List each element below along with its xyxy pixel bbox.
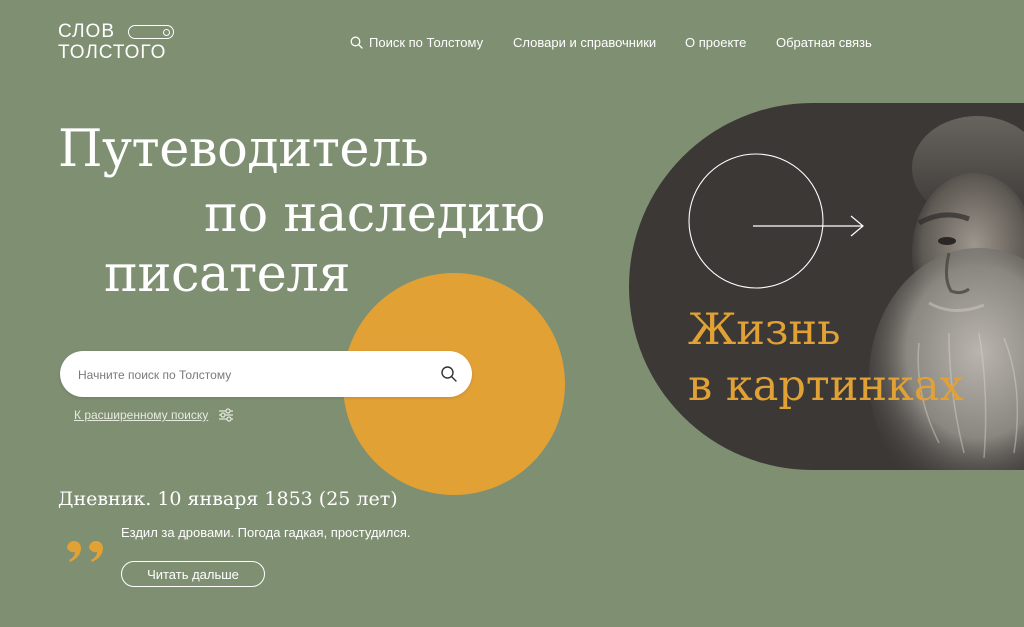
hero-title-line-1: Путеводитель xyxy=(58,120,429,179)
life-in-pictures-banner[interactable]: Жизнь в картинках xyxy=(629,103,1024,470)
nav-search-link[interactable]: Поиск по Толстому xyxy=(350,35,483,50)
logo-search-pill-icon xyxy=(128,25,174,39)
filter-sliders-icon xyxy=(219,408,234,422)
hero-title-line-2: по наследию xyxy=(204,185,545,244)
search-submit-icon[interactable] xyxy=(440,365,458,383)
promo-title-line-1: Жизнь xyxy=(688,305,841,355)
nav-item-feedback[interactable]: Обратная связь xyxy=(776,35,872,50)
arrow-right-icon xyxy=(688,153,864,289)
search-box xyxy=(60,351,472,399)
site-logo[interactable]: СЛОВ ТОЛСТОГО xyxy=(58,22,188,64)
advanced-search-link[interactable]: К расширенному поиску xyxy=(74,408,234,422)
nav-item-about[interactable]: О проекте xyxy=(685,35,746,50)
read-more-button[interactable]: Читать дальше xyxy=(121,561,265,587)
logo-line-1: СЛОВ xyxy=(58,21,116,42)
diary-quote-text: Ездил за дровами. Погода гадкая, простуд… xyxy=(121,525,411,540)
search-icon xyxy=(350,36,363,49)
nav-item-dictionaries[interactable]: Словари и справочники xyxy=(513,35,656,50)
search-input[interactable] xyxy=(76,351,440,399)
nav-search-label: Поиск по Толстому xyxy=(369,35,484,50)
quote-icon xyxy=(67,541,103,562)
diary-entry-title: Дневник. 10 января 1853 (25 лет) xyxy=(58,488,398,510)
hero-title-line-3: писателя xyxy=(104,245,350,304)
advanced-search-label: К расширенному поиску xyxy=(74,408,209,422)
logo-line-2: ТОЛСТОГО xyxy=(58,42,167,63)
promo-title-line-2: в картинках xyxy=(688,361,964,411)
